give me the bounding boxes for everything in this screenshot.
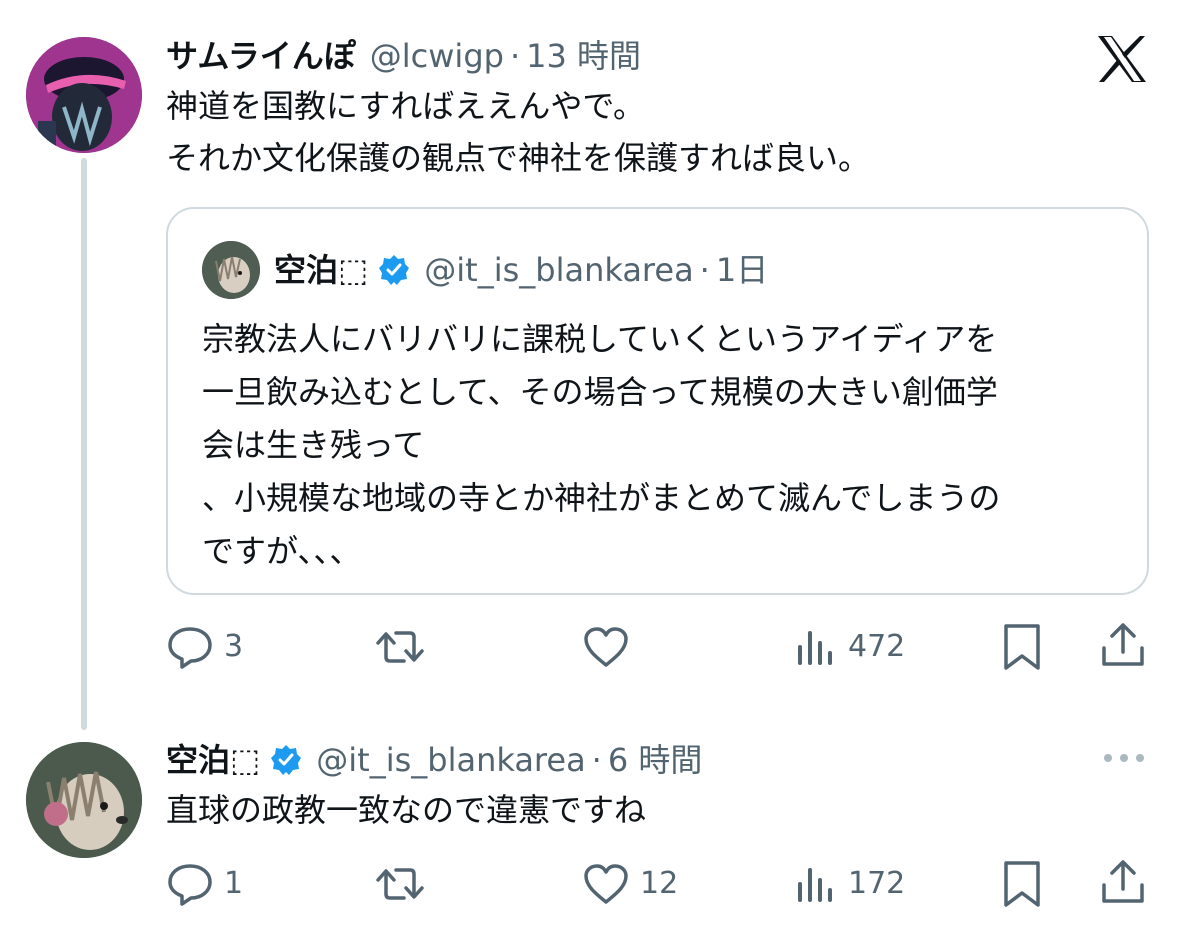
quoted-text-line: 宗教法人にバリバリに課税していくというアイディアを	[202, 320, 998, 358]
bookmark-button[interactable]	[1000, 859, 1044, 909]
author-handle[interactable]: @it_is_blankarea	[316, 740, 585, 780]
verified-badge-icon	[378, 254, 410, 286]
x-logo-icon[interactable]	[1096, 34, 1148, 88]
retweet-icon	[374, 625, 426, 669]
share-button[interactable]	[1100, 859, 1146, 907]
avatar[interactable]	[26, 37, 142, 153]
views-button[interactable]: 172	[794, 862, 905, 906]
quoted-author-handle: @it_is_blankarea	[424, 251, 694, 289]
bookmark-button[interactable]	[1000, 622, 1044, 672]
avatar[interactable]	[26, 742, 142, 858]
timestamp[interactable]: 13 時間	[526, 36, 641, 76]
tweet-text-line: 神道を国教にすればええんやで。	[166, 87, 646, 125]
more-options-icon[interactable]	[1102, 748, 1146, 772]
quoted-tweet-header: 空泊⬚ @it_is_blankarea · 1日	[274, 250, 768, 290]
reply-count: 3	[224, 629, 244, 664]
reply-button[interactable]: 3	[166, 625, 243, 669]
quoted-tweet-text: 宗教法人にバリバリに課税していくというアイディアを 一旦飲み込むとして、その場合…	[202, 313, 1000, 578]
author-name[interactable]: サムライんぽ	[166, 36, 356, 76]
tweet-header: サムライんぽ @lcwigp · 13 時間	[166, 36, 641, 76]
quoted-text-line: 一旦飲み込むとして、その場合って規模の大きい創価学	[202, 373, 998, 411]
bookmark-icon	[1000, 622, 1044, 672]
quoted-text-line: 会は生き残って	[202, 426, 425, 464]
heart-icon	[582, 862, 630, 906]
tweet-text-line: 直球の政教一致なので違憲ですね	[166, 791, 647, 829]
retweet-button[interactable]	[374, 862, 436, 906]
views-chart-icon	[794, 625, 838, 669]
views-count: 472	[848, 629, 906, 664]
like-count: 12	[640, 866, 679, 901]
retweet-button[interactable]	[374, 625, 436, 669]
tweet-header: 空泊⬚ @it_is_blankarea · 6 時間	[166, 740, 702, 780]
quoted-text-line: ですが、、、	[202, 532, 362, 570]
separator-dot: ·	[591, 741, 602, 779]
reply-icon	[166, 862, 214, 906]
like-button[interactable]: 12	[582, 862, 678, 906]
views-count: 172	[848, 866, 906, 901]
thread-connector-line	[81, 158, 87, 730]
separator-dot: ·	[699, 251, 710, 289]
quoted-author-name: 空泊⬚	[274, 251, 369, 289]
tweet-text-line: それか文化保護の観点で神社を保護すれば良い。	[166, 139, 871, 177]
quoted-text-line: 、小規模な地域の寺とか神社がまとめて滅んでしまうの	[202, 479, 1001, 517]
share-icon	[1100, 859, 1146, 907]
like-button[interactable]	[582, 625, 640, 669]
heart-icon	[582, 625, 630, 669]
quoted-tweet-card[interactable]: 空泊⬚ @it_is_blankarea · 1日 宗教法人にバリバリに課税して…	[166, 207, 1149, 595]
quoted-timestamp: 1日	[715, 251, 769, 289]
bookmark-icon	[1000, 859, 1044, 909]
share-icon	[1100, 622, 1146, 670]
views-button[interactable]: 472	[794, 625, 905, 669]
reply-button[interactable]: 1	[166, 862, 243, 906]
views-chart-icon	[794, 862, 838, 906]
quoted-avatar	[202, 241, 260, 299]
tweet-text: 神道を国教にすればええんやで。 それか文化保護の観点で神社を保護すれば良い。	[166, 80, 870, 184]
author-name[interactable]: 空泊⬚	[166, 740, 260, 780]
share-button[interactable]	[1100, 622, 1146, 670]
timestamp[interactable]: 6 時間	[608, 740, 703, 780]
verified-badge-icon	[270, 744, 302, 776]
tweet-text: 直球の政教一致なので違憲ですね	[166, 784, 646, 836]
reply-count: 1	[224, 866, 244, 901]
reply-icon	[166, 625, 214, 669]
retweet-icon	[374, 862, 426, 906]
separator-dot: ·	[509, 37, 521, 75]
author-handle[interactable]: @lcwigp	[370, 36, 504, 76]
